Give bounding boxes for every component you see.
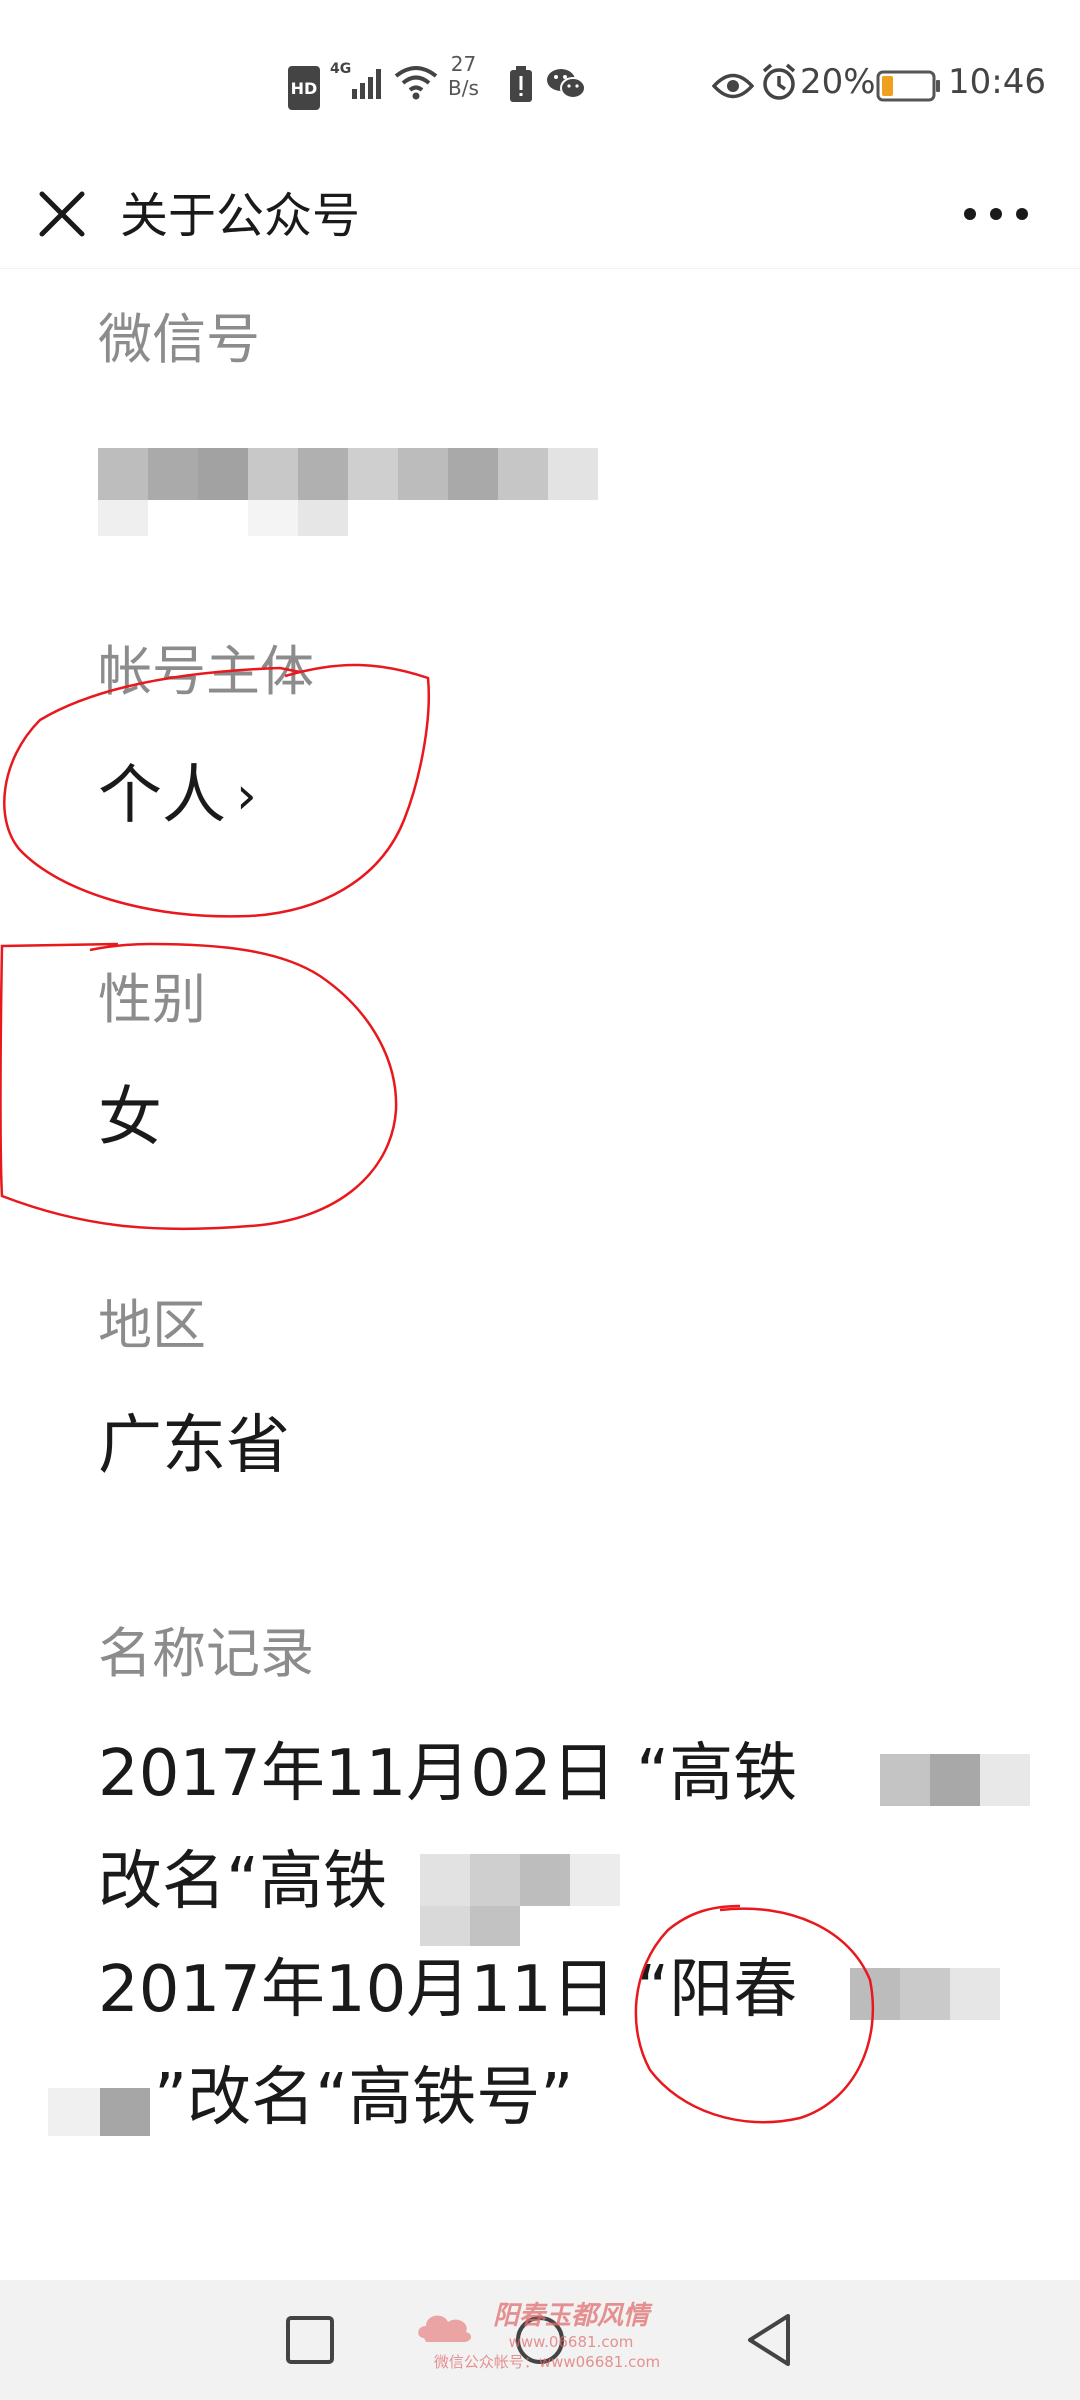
history-redaction <box>420 1906 520 1946</box>
back-triangle-icon[interactable] <box>738 2308 802 2372</box>
wechat-icon <box>547 69 586 99</box>
account-subject-value: 个人 <box>98 759 226 833</box>
history-redaction <box>850 1968 1000 2020</box>
hd-icon: HD <box>288 66 320 110</box>
gender-value: 女 <box>98 1081 162 1155</box>
watermark-sub-text: 微信公众帐号：www06681.com <box>433 2353 661 2371</box>
net-speed: 27 B/s <box>448 52 479 108</box>
wechat-id-label: 微信号 <box>98 308 260 371</box>
history-redaction <box>420 1854 620 1906</box>
battery-percent: 20% <box>800 62 876 102</box>
account-subject-label: 帐号主体 <box>98 640 314 703</box>
svg-text:4G: 4G <box>330 61 351 77</box>
history-redaction <box>48 2088 150 2136</box>
watermark-logo: 阳春玉都风情 www.06681.com 微信公众帐号：www06681.com <box>412 2300 682 2390</box>
battery-icon <box>876 70 940 102</box>
history-redaction <box>880 1754 1030 1806</box>
alarm-icon <box>762 63 796 100</box>
clock: 10:46 <box>948 62 1046 102</box>
title-bar: 关于公众号 <box>0 160 1080 269</box>
watermark-cloud-icon <box>418 2315 472 2342</box>
wechat-id-value-redacted <box>98 448 598 500</box>
name-history-label: 名称记录 <box>98 1622 314 1685</box>
name-history-line: ”改名“高铁号” <box>154 2061 574 2135</box>
status-bar: HD 4G 27 B/s 20% 10:46 <box>0 0 1080 160</box>
region-value: 广东省 <box>98 1409 290 1483</box>
wifi-icon <box>394 66 438 100</box>
more-icon[interactable] <box>958 182 1034 246</box>
region-label: 地区 <box>98 1294 206 1357</box>
recents-square-icon[interactable] <box>278 2308 342 2372</box>
chevron-right-icon: › <box>236 766 257 826</box>
signal-icon: 4G <box>330 61 381 99</box>
close-icon[interactable] <box>30 182 94 246</box>
gender-label: 性别 <box>98 968 206 1031</box>
eye-icon <box>712 73 754 99</box>
account-subject-row[interactable]: 个人 › <box>98 758 257 834</box>
net-speed-value: 27 <box>450 52 477 76</box>
net-speed-unit: B/s <box>448 76 479 100</box>
wechat-id-value-redacted-lower <box>98 500 348 536</box>
battery-alert-icon <box>510 66 532 102</box>
page-title: 关于公众号 <box>120 188 361 244</box>
